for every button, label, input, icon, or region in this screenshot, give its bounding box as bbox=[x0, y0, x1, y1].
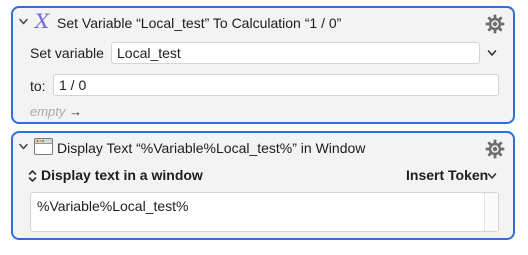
insert-token-button[interactable]: Insert Token bbox=[406, 167, 502, 185]
right-arrow-icon: → bbox=[69, 104, 83, 119]
display-mode-label: Display text in a window bbox=[41, 167, 203, 183]
display-text-action[interactable]: Display Text “%Variable%Local_test%” in … bbox=[11, 131, 515, 240]
chevron-down-icon[interactable] bbox=[18, 16, 29, 27]
gear-icon[interactable] bbox=[485, 14, 505, 34]
calculation-field[interactable]: 1 / 0 bbox=[53, 74, 499, 96]
variable-popup-chevron-icon[interactable] bbox=[487, 49, 497, 57]
display-text-content: %Variable%Local_test% bbox=[37, 198, 189, 214]
to-label: to: bbox=[30, 78, 46, 94]
display-text-header: Display Text “%Variable%Local_test%” in … bbox=[13, 133, 513, 163]
variable-name-field[interactable]: Local_test bbox=[111, 42, 480, 64]
set-variable-title[interactable]: Set Variable “Local_test” To Calculation… bbox=[57, 15, 341, 32]
display-text-title[interactable]: Display Text “%Variable%Local_test%” in … bbox=[57, 140, 365, 157]
svg-text:X: X bbox=[34, 11, 50, 33]
set-variable-action[interactable]: X Set Variable “Local_test” To Calculati… bbox=[11, 6, 515, 124]
insert-token-label: Insert Token bbox=[406, 167, 489, 183]
vertical-scrollbar[interactable] bbox=[484, 193, 498, 231]
up-down-arrows-icon bbox=[28, 170, 37, 182]
empty-token-button[interactable]: empty → bbox=[30, 104, 82, 119]
chevron-down-icon bbox=[487, 173, 497, 179]
gear-icon[interactable] bbox=[485, 139, 505, 159]
set-variable-label: Set variable bbox=[30, 45, 104, 61]
set-variable-header: X Set Variable “Local_test” To Calculati… bbox=[13, 8, 513, 38]
chevron-down-icon[interactable] bbox=[18, 141, 29, 152]
display-text-area[interactable]: %Variable%Local_test% bbox=[30, 192, 499, 232]
window-icon bbox=[34, 138, 53, 155]
x-variable-icon: X bbox=[34, 11, 50, 33]
empty-label: empty bbox=[30, 104, 66, 119]
